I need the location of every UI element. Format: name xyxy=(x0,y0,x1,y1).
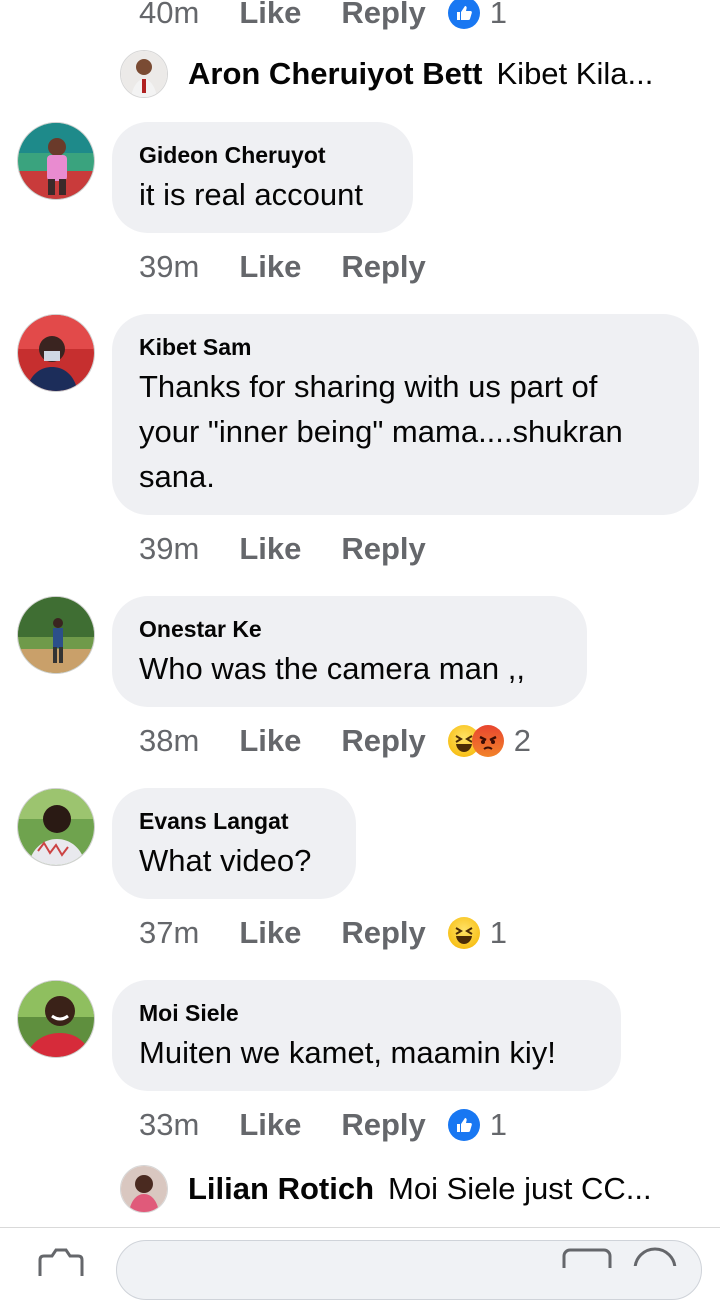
reply-snippet: Kibet Kila... xyxy=(496,56,654,91)
gif-icon[interactable] xyxy=(562,1248,612,1278)
like-button[interactable]: Like xyxy=(239,915,301,951)
reactions[interactable]: 2 xyxy=(447,723,532,759)
comment-text: Thanks for sharing with us part of your … xyxy=(139,364,672,499)
comment-bubble[interactable]: Gideon Cheruyot it is real account xyxy=(112,122,413,233)
comment-time: 38m xyxy=(139,723,200,758)
avatar[interactable] xyxy=(17,122,95,200)
emoji-icon[interactable] xyxy=(632,1246,678,1291)
comment-time: 39m xyxy=(139,249,200,284)
comment-text: Who was the camera man ,, xyxy=(139,651,525,686)
like-button[interactable]: Like xyxy=(239,1107,301,1143)
like-button[interactable]: Like xyxy=(239,0,301,31)
camera-icon[interactable] xyxy=(34,1246,88,1276)
avatar xyxy=(120,1165,168,1213)
comment-author-name[interactable]: Moi Siele xyxy=(139,998,594,1028)
like-button[interactable]: Like xyxy=(239,723,301,759)
avatar[interactable] xyxy=(17,980,95,1058)
comment-input[interactable] xyxy=(116,1240,702,1300)
reply-author-name: Aron Cheruiyot Bett xyxy=(188,56,483,91)
like-icon xyxy=(447,1109,480,1141)
comment-author-name[interactable]: Gideon Cheruyot xyxy=(139,140,386,170)
comment-meta-row: 39m Like Reply xyxy=(139,529,426,569)
comment-meta-row: 33m Like Reply 1 xyxy=(139,1105,507,1145)
reaction-count: 2 xyxy=(513,723,532,758)
avatar[interactable] xyxy=(17,314,95,392)
comment-time: 39m xyxy=(139,531,200,566)
comment-time: 33m xyxy=(139,1107,200,1142)
comment-time: 37m xyxy=(139,915,200,950)
comment-bubble[interactable]: Kibet Sam Thanks for sharing with us par… xyxy=(112,314,699,515)
reactions[interactable]: 1 xyxy=(447,1107,508,1143)
comment-text-line: sana. xyxy=(139,459,215,494)
comment-author-name[interactable]: Kibet Sam xyxy=(139,332,672,362)
like-button[interactable]: Like xyxy=(239,531,301,567)
comment-text: What video? xyxy=(139,843,312,878)
comment-text: Muiten we kamet, maamin kiy! xyxy=(139,1035,556,1070)
comment-author-name[interactable]: Onestar Ke xyxy=(139,614,560,644)
comment-meta-row: 40m Like Reply 1 xyxy=(139,0,507,33)
comment-bubble[interactable]: Moi Siele Muiten we kamet, maamin kiy! xyxy=(112,980,621,1091)
reaction-count: 1 xyxy=(489,915,508,950)
reply-preview[interactable]: Aron Cheruiyot Bett Kibet Kila... xyxy=(120,49,653,99)
reaction-count: 1 xyxy=(489,1107,508,1142)
reply-button[interactable]: Reply xyxy=(341,0,425,31)
haha-icon xyxy=(447,917,480,949)
reply-button[interactable]: Reply xyxy=(341,249,425,285)
reply-button[interactable]: Reply xyxy=(341,915,425,951)
avatar xyxy=(120,50,168,98)
comment-text-line: Thanks for sharing with us part of xyxy=(139,369,598,404)
like-button[interactable]: Like xyxy=(239,249,301,285)
comment-bubble[interactable]: Onestar Ke Who was the camera man ,, xyxy=(112,596,587,707)
comment-meta-row: 38m Like Reply 2 xyxy=(139,721,531,761)
comment-meta-row: 39m Like Reply xyxy=(139,247,426,287)
comment-text-line: your "inner being" mama....shukran xyxy=(139,414,623,449)
reply-button[interactable]: Reply xyxy=(341,723,425,759)
avatar[interactable] xyxy=(17,596,95,674)
reply-snippet: Moi Siele just CC... xyxy=(388,1171,652,1206)
reactions[interactable]: 1 xyxy=(447,0,508,31)
comment-meta-row: 37m Like Reply 1 xyxy=(139,913,507,953)
comment-author-name[interactable]: Evans Langat xyxy=(139,806,329,836)
reply-button[interactable]: Reply xyxy=(341,531,425,567)
reply-author-name: Lilian Rotich xyxy=(188,1171,374,1206)
reply-preview[interactable]: Lilian Rotich Moi Siele just CC... xyxy=(120,1164,652,1214)
reactions[interactable]: 1 xyxy=(447,915,508,951)
avatar[interactable] xyxy=(17,788,95,866)
reaction-count: 1 xyxy=(489,0,508,30)
angry-icon xyxy=(471,725,504,757)
comment-time: 40m xyxy=(139,0,200,30)
comment-bubble[interactable]: Evans Langat What video? xyxy=(112,788,356,899)
like-icon xyxy=(447,0,480,29)
comment-text: it is real account xyxy=(139,177,363,212)
divider xyxy=(0,1227,720,1228)
reply-button[interactable]: Reply xyxy=(341,1107,425,1143)
